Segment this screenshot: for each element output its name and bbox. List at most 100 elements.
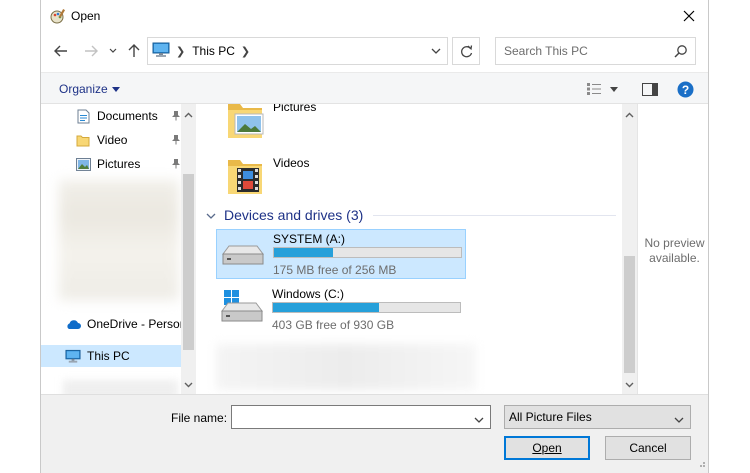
drive-free-space: 403 GB free of 930 GB: [272, 318, 395, 332]
drive-system-a[interactable]: SYSTEM (A:) 175 MB free of 256 MB: [216, 229, 466, 279]
breadcrumb-separator[interactable]: ❯: [176, 45, 185, 58]
pictures-icon: [75, 156, 91, 172]
up-button[interactable]: [125, 40, 143, 62]
search-box[interactable]: [495, 37, 696, 65]
folder-videos[interactable]: Videos: [226, 156, 606, 202]
back-button[interactable]: [51, 40, 71, 62]
scrollbar-thumb[interactable]: [183, 174, 194, 350]
pin-icon: [171, 110, 181, 124]
drive-usage-bar: [272, 302, 461, 313]
preview-line: available.: [649, 251, 700, 265]
navigation-bar: ❯ This PC ❯: [41, 36, 708, 66]
nav-item-video[interactable]: Video: [41, 129, 181, 151]
folder-icon: [75, 132, 91, 148]
title-bar: Open: [41, 0, 708, 32]
documents-icon: [75, 108, 91, 124]
blurred-nav-item: [63, 380, 178, 394]
cancel-button-label: Cancel: [629, 441, 667, 455]
details-view-icon: [587, 83, 601, 95]
chevron-down-icon[interactable]: [206, 207, 216, 223]
address-dropdown-button[interactable]: [431, 44, 441, 58]
file-type-select[interactable]: All Picture Files: [504, 405, 691, 429]
drive-windows-c[interactable]: Windows (C:) 403 GB free of 930 GB: [216, 285, 466, 335]
organize-button[interactable]: Organize: [59, 81, 120, 96]
preview-pane-icon: [642, 82, 658, 96]
close-icon: [683, 10, 695, 22]
recent-locations-button[interactable]: [107, 40, 119, 62]
nav-pane-scrollbar[interactable]: [181, 104, 196, 394]
chevron-down-icon[interactable]: [674, 413, 684, 427]
window-title: Open: [71, 9, 101, 23]
preview-message: No preview available.: [638, 236, 711, 266]
scroll-up-icon[interactable]: [625, 107, 634, 121]
address-bar[interactable]: ❯ This PC ❯: [147, 37, 448, 65]
arrow-up-icon: [128, 44, 140, 57]
preview-pane-button[interactable]: [639, 79, 661, 99]
folder-label: Videos: [273, 156, 310, 170]
file-name-label: File name:: [171, 411, 228, 425]
folder-pictures[interactable]: Pictures: [226, 104, 606, 146]
caret-down-icon: [610, 86, 618, 92]
drive-name: SYSTEM (A:): [273, 232, 346, 246]
arrow-left-icon: [54, 45, 67, 57]
dialog-footer: File name: All Picture Files Open Cancel: [41, 394, 708, 473]
forward-button[interactable]: [81, 40, 101, 62]
caret-down-icon: [111, 81, 120, 95]
search-icon[interactable]: [674, 44, 688, 61]
pictures-folder-icon: [226, 104, 266, 145]
drive-icon: [221, 242, 265, 271]
drive-free-space: 175 MB free of 256 MB: [273, 263, 397, 277]
scrollbar-thumb[interactable]: [624, 256, 635, 373]
nav-item-label: This PC: [87, 349, 130, 363]
breadcrumb-separator[interactable]: ❯: [241, 45, 250, 58]
scroll-up-icon[interactable]: [184, 107, 193, 121]
file-list-scrollbar[interactable]: [622, 104, 637, 394]
drive-name: Windows (C:): [272, 287, 345, 301]
open-button-label: Open: [532, 441, 562, 455]
change-view-button[interactable]: [584, 79, 604, 99]
close-button[interactable]: [676, 4, 702, 28]
svg-text:?: ?: [681, 83, 688, 97]
pin-icon: [171, 158, 181, 172]
nav-item-this-pc[interactable]: This PC: [41, 345, 181, 367]
nav-item-label: Documents: [97, 109, 158, 123]
nav-item-pictures[interactable]: Pictures: [41, 153, 181, 175]
videos-folder-icon: [226, 156, 266, 201]
breadcrumb-this-pc[interactable]: This PC: [192, 44, 235, 58]
drive-usage-bar: [273, 247, 462, 258]
file-name-dropdown-button[interactable]: [474, 413, 484, 427]
refresh-icon: [460, 44, 472, 57]
file-name-combobox[interactable]: [231, 405, 491, 429]
scroll-down-icon[interactable]: [184, 377, 193, 391]
group-divider: [373, 214, 616, 216]
pin-icon: [171, 134, 181, 148]
help-button[interactable]: ?: [675, 79, 695, 99]
refresh-button[interactable]: [452, 37, 480, 65]
nav-item-onedrive[interactable]: OneDrive - Person: [41, 313, 186, 335]
this-pc-icon: [65, 348, 81, 364]
navigation-pane: Documents Video Pictures OneDrive - Pers…: [41, 104, 196, 394]
preview-line: No preview: [644, 236, 705, 250]
open-button[interactable]: Open: [504, 436, 590, 460]
folder-label: Pictures: [273, 104, 317, 114]
nav-item-label: Video: [97, 133, 128, 147]
nav-item-documents[interactable]: Documents: [41, 105, 181, 127]
organize-label: Organize: [59, 82, 108, 96]
this-pc-icon: [152, 42, 170, 61]
help-icon: ?: [677, 81, 693, 97]
view-options-dropdown[interactable]: [607, 79, 621, 99]
file-name-input[interactable]: [236, 407, 466, 427]
scroll-down-icon[interactable]: [625, 377, 634, 391]
chevron-down-icon: [431, 48, 441, 54]
file-list: Pictures Videos Devices and drives (3) S…: [196, 104, 622, 394]
windows-drive-icon: [220, 289, 264, 328]
chevron-down-icon: [109, 48, 117, 53]
cancel-button[interactable]: Cancel: [605, 436, 691, 460]
search-input[interactable]: [504, 44, 674, 58]
nav-item-label: Pictures: [97, 157, 141, 171]
group-header-devices[interactable]: Devices and drives (3): [206, 206, 616, 224]
drive-usage-fill: [273, 303, 380, 312]
resize-grip-icon[interactable]: [696, 457, 706, 471]
blurred-drive-item: [216, 344, 476, 390]
open-dialog: Open ❯ This PC ❯ Search This PC Organize…: [40, 0, 709, 473]
